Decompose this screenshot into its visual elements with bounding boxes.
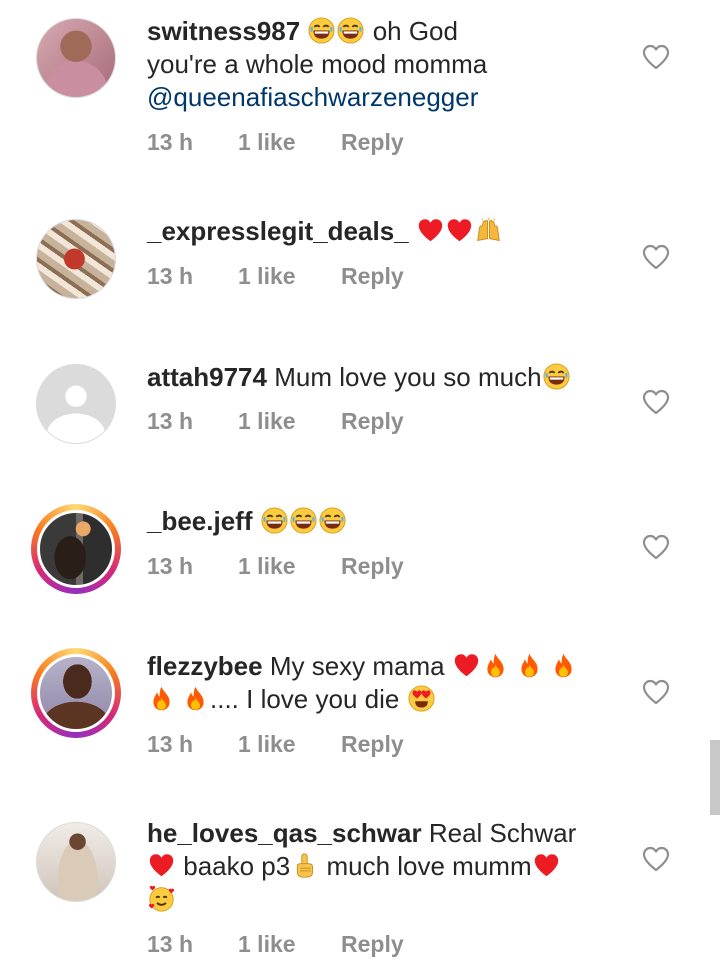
comment-body: flezzybee My sexy mama .... I love you d… (147, 650, 617, 716)
like-heart-icon[interactable] (642, 389, 670, 415)
comment-text: baako p3 (183, 851, 291, 881)
like-heart-icon[interactable] (642, 244, 670, 270)
comment-body: _expresslegit_deals_ (147, 215, 617, 248)
fire-icon (148, 685, 175, 712)
red-heart-icon (446, 217, 473, 244)
tears-of-joy-icon (543, 363, 570, 390)
fire-icon (516, 652, 543, 679)
raising-hands-icon (475, 217, 502, 244)
like-heart-icon[interactable] (642, 534, 670, 560)
comment-text: Mum love you so much (274, 362, 542, 392)
avatar-image (37, 510, 115, 588)
comment-likes[interactable]: 1 like (238, 931, 296, 958)
comment-time: 13 h (147, 731, 194, 757)
avatar[interactable] (36, 822, 116, 902)
comment-time: 13 h (147, 553, 194, 579)
avatar[interactable] (36, 219, 116, 299)
smiling-hearts-icon (148, 885, 175, 912)
reply-button[interactable]: Reply (341, 129, 404, 156)
grinning-sweat-icon (308, 17, 335, 44)
avatar[interactable] (31, 648, 121, 738)
avatar-image (36, 219, 116, 299)
comment-username[interactable]: _bee.jeff (147, 506, 253, 536)
comment-body: _bee.jeff (147, 505, 617, 538)
red-heart-icon (148, 852, 175, 879)
avatar-image (36, 18, 116, 98)
red-heart-icon (417, 217, 444, 244)
comment-likes[interactable]: 1 like (238, 553, 296, 580)
comment-username[interactable]: flezzybee (147, 651, 263, 681)
comment-likes[interactable]: 1 like (238, 408, 296, 435)
comment-likes[interactable]: 1 like (238, 731, 296, 758)
comment-time: 13 h (147, 263, 194, 289)
fire-icon (182, 685, 209, 712)
comment-text: My sexy mama (269, 651, 445, 681)
comment-text: much love mumm (326, 851, 532, 881)
like-heart-icon[interactable] (642, 44, 670, 70)
tears-of-joy-icon (290, 507, 317, 534)
comment-body: switness987 oh God you're a whole mood m… (147, 15, 617, 114)
grinning-sweat-icon (337, 17, 364, 44)
comment-username[interactable]: switness987 (147, 16, 300, 46)
comment-time: 13 h (147, 408, 194, 434)
comment-text: Real Schwar (428, 818, 577, 848)
comment-username[interactable]: attah9774 (147, 362, 267, 392)
avatar[interactable] (36, 18, 116, 98)
like-heart-icon[interactable] (642, 846, 670, 872)
mention-link[interactable]: @queenafiaschwarzenegger (147, 82, 478, 112)
comment-likes[interactable]: 1 like (238, 263, 296, 290)
red-heart-icon (453, 652, 480, 679)
default-avatar-icon (36, 364, 116, 444)
reply-button[interactable]: Reply (341, 731, 404, 758)
comment-body: he_loves_qas_schwar Real Schwar baako p3… (147, 817, 617, 916)
reply-button[interactable]: Reply (341, 553, 404, 580)
comment-username[interactable]: _expresslegit_deals_ (147, 216, 409, 246)
like-heart-icon[interactable] (642, 679, 670, 705)
fire-icon (482, 652, 509, 679)
red-heart-icon (533, 852, 560, 879)
comment-text: .... I love you die (210, 684, 400, 714)
comment-text: you're a whole mood momma (147, 49, 488, 79)
comment-body: attah9774 Mum love you so much (147, 361, 617, 394)
comment-time: 13 h (147, 129, 194, 155)
tears-of-joy-icon (261, 507, 288, 534)
index-pointing-up-icon (291, 852, 318, 879)
avatar-image (37, 654, 115, 732)
reply-button[interactable]: Reply (341, 931, 404, 958)
fire-icon (550, 652, 577, 679)
avatar[interactable] (36, 364, 116, 444)
comment-time: 13 h (147, 931, 194, 957)
comment-text: oh God (372, 16, 458, 46)
comment-likes[interactable]: 1 like (238, 129, 296, 156)
comment-username[interactable]: he_loves_qas_schwar (147, 818, 422, 848)
reply-button[interactable]: Reply (341, 408, 404, 435)
avatar-image (36, 822, 116, 902)
tears-of-joy-icon (319, 507, 346, 534)
scrollbar-thumb[interactable] (710, 740, 720, 815)
avatar[interactable] (31, 504, 121, 594)
reply-button[interactable]: Reply (341, 263, 404, 290)
heart-eyes-icon (408, 685, 435, 712)
